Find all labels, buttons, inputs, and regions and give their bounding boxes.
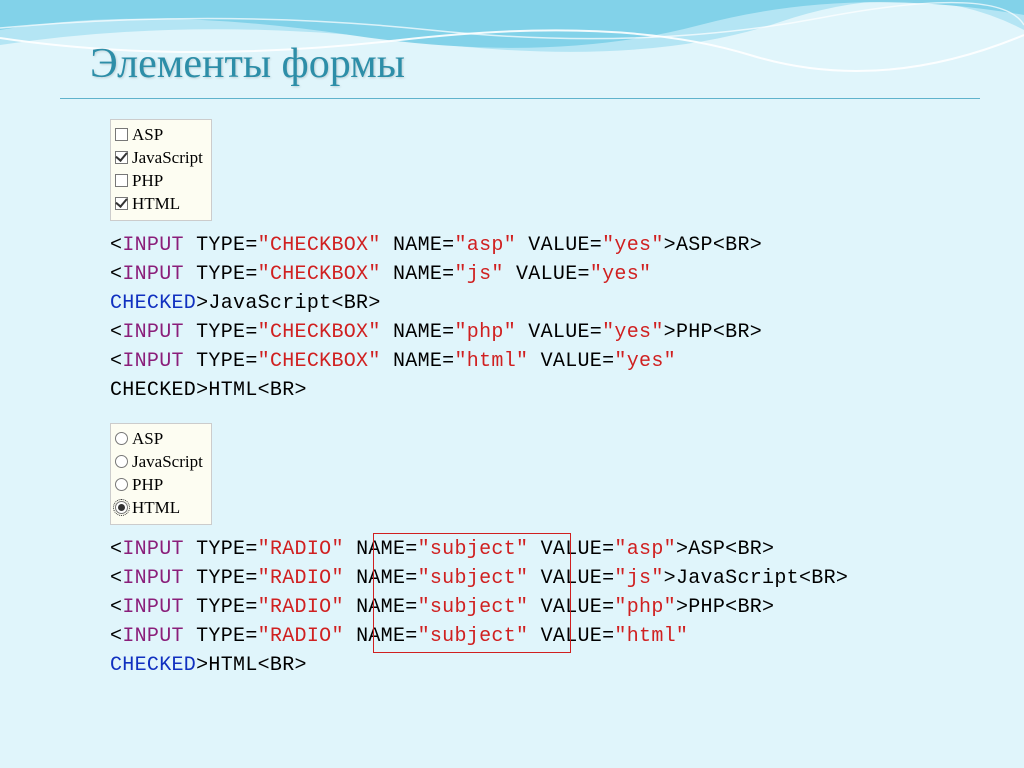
cb-row: PHP	[115, 170, 203, 193]
checkbox-code: <INPUT TYPE="CHECKBOX" NAME="asp" VALUE=…	[110, 231, 964, 405]
checkbox-example-box: ASP JavaScript PHP HTML	[110, 119, 212, 221]
cb-label: PHP	[132, 171, 163, 190]
slide-title: Элементы формы	[60, 40, 964, 88]
cb-row: JavaScript	[115, 147, 203, 170]
code-line: <INPUT TYPE="CHECKBOX" NAME="php" VALUE=…	[110, 318, 964, 347]
checkbox-icon	[115, 174, 128, 187]
checkbox-icon	[115, 128, 128, 141]
radio-code: <INPUT TYPE="RADIO" NAME="subject" VALUE…	[110, 535, 964, 680]
radio-example-box: ASP JavaScript PHP HTML	[110, 423, 212, 525]
radio-icon	[115, 478, 128, 491]
cb-row: ASP	[115, 124, 203, 147]
code-line: CHECKED>HTML<BR>	[110, 376, 964, 405]
rb-row: JavaScript	[115, 451, 203, 474]
code-line: <INPUT TYPE="RADIO" NAME="subject" VALUE…	[110, 564, 964, 593]
code-line: <INPUT TYPE="RADIO" NAME="subject" VALUE…	[110, 622, 964, 651]
title-underline	[60, 98, 980, 99]
code-line: CHECKED>HTML<BR>	[110, 651, 964, 680]
cb-row: HTML	[115, 193, 203, 216]
rb-row: HTML	[115, 497, 203, 520]
code-line: <INPUT TYPE="RADIO" NAME="subject" VALUE…	[110, 535, 964, 564]
rb-label: ASP	[132, 429, 163, 448]
code-line: <INPUT TYPE="CHECKBOX" NAME="asp" VALUE=…	[110, 231, 964, 260]
cb-label: ASP	[132, 125, 163, 144]
code-line: <INPUT TYPE="CHECKBOX" NAME="html" VALUE…	[110, 347, 964, 376]
rb-row: ASP	[115, 428, 203, 451]
radio-icon	[115, 501, 128, 514]
radio-icon	[115, 455, 128, 468]
cb-label: JavaScript	[132, 148, 203, 167]
radio-icon	[115, 432, 128, 445]
rb-label: PHP	[132, 475, 163, 494]
checkbox-icon	[115, 197, 128, 210]
checkbox-icon	[115, 151, 128, 164]
code-line: <INPUT TYPE="RADIO" NAME="subject" VALUE…	[110, 593, 964, 622]
cb-label: HTML	[132, 194, 180, 213]
rb-row: PHP	[115, 474, 203, 497]
rb-label: JavaScript	[132, 452, 203, 471]
code-line: CHECKED>JavaScript<BR>	[110, 289, 964, 318]
code-line: <INPUT TYPE="CHECKBOX" NAME="js" VALUE="…	[110, 260, 964, 289]
rb-label: HTML	[132, 498, 180, 517]
